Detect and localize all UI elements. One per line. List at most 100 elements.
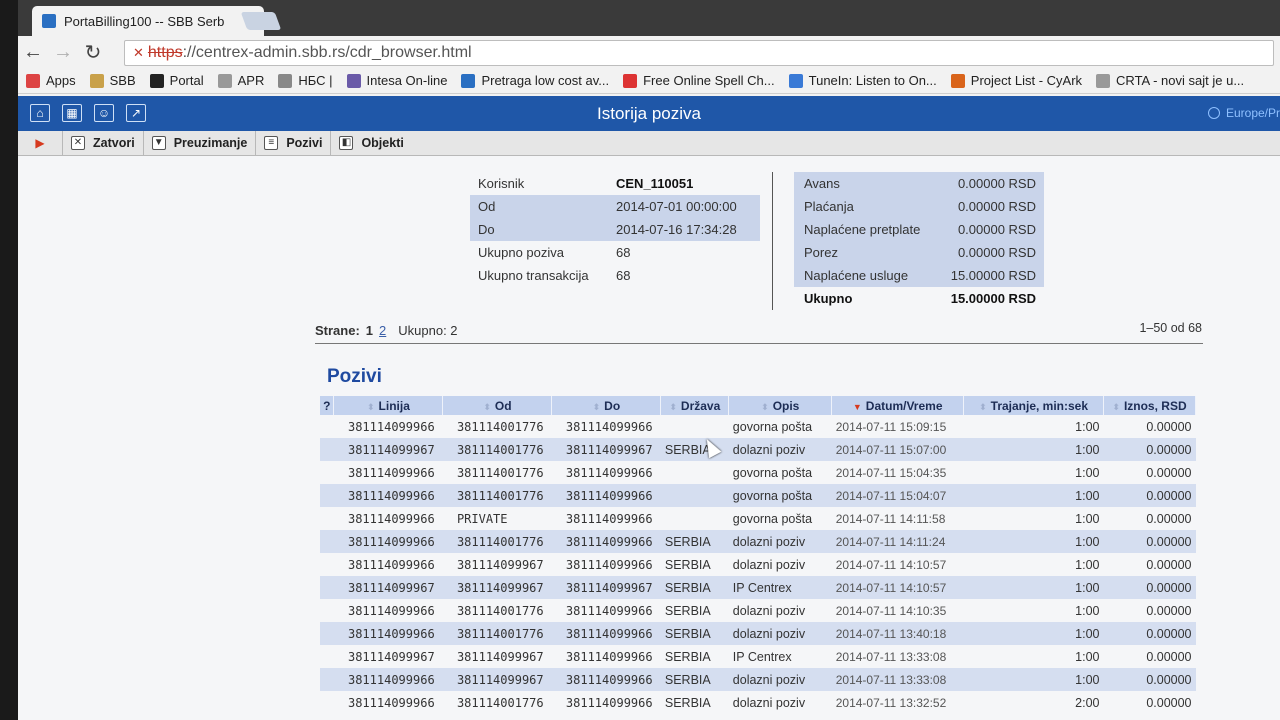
- column-header[interactable]: ⬍ Država: [660, 396, 730, 415]
- sort-icon[interactable]: ⬍: [367, 402, 375, 412]
- bookmark-item[interactable]: Portal: [149, 73, 204, 88]
- table-row[interactable]: 381114099966 381114001776 381114099966 SERB…: [320, 599, 1196, 622]
- bookmark-item[interactable]: НБС |: [278, 73, 333, 88]
- bookmark-item[interactable]: Pretraga low cost av...: [461, 73, 609, 88]
- finance-row: Plaćanja 0.00000 RSD: [794, 195, 1044, 218]
- column-header[interactable]: ⬍ Do: [551, 396, 662, 415]
- table-cell: 381114099966: [347, 695, 435, 710]
- column-header[interactable]: ⬍ Linija: [333, 396, 444, 415]
- row-spacer: [320, 576, 334, 599]
- main-content: Korisnik CEN_110051 Od 2014-07-01 00:00:00 D…: [18, 156, 1280, 720]
- finance-value: 0.00000 RSD: [957, 199, 1036, 214]
- info-row: Ukupno poziva 68: [470, 241, 760, 264]
- sort-icon[interactable]: ⬍: [669, 402, 677, 412]
- column-header[interactable]: ?: [320, 396, 335, 415]
- table-row[interactable]: 381114099966 381114001776 381114099966 SERB…: [320, 691, 1196, 714]
- table-cell: 381114099966: [347, 419, 435, 434]
- table-cell: SERBIA: [664, 557, 711, 572]
- table-cell: 1:00: [1075, 649, 1100, 664]
- action-pozivi-button[interactable]: ≡ Pozivi: [255, 130, 330, 156]
- bookmark-item[interactable]: Intesa On-line: [346, 73, 447, 88]
- table-cell: 2014-07-11 15:09:15: [835, 419, 947, 434]
- url-text: ://centrex-admin.sbb.rs/cdr_browser.html: [182, 44, 472, 61]
- finance-label: Naplaćene pretplate: [804, 222, 921, 237]
- table-cell: 2014-07-11 14:11:58: [835, 511, 946, 526]
- sort-icon[interactable]: ⬍: [761, 402, 769, 412]
- checkmark-icon: [623, 73, 638, 88]
- bookmark-item[interactable]: CRTA - novi sajt je u...: [1096, 73, 1244, 88]
- column-header[interactable]: ▼ Datum/Vreme: [831, 396, 965, 415]
- table-cell: dolazni poziv: [728, 438, 832, 461]
- bookmark-item[interactable]: Apps: [26, 73, 76, 88]
- column-header[interactable]: ⬍ Opis: [728, 396, 833, 415]
- bookmark-item[interactable]: APR: [217, 73, 264, 88]
- table-cell: 381114099966: [565, 603, 653, 618]
- table-row[interactable]: 381114099966 381114099967 381114099966 SERB…: [320, 553, 1196, 576]
- sort-icon[interactable]: ⬍: [593, 402, 601, 412]
- table-cell: 1:00: [963, 530, 1104, 553]
- tab-strip: PortaBilling100 -- SBB Serb ×: [18, 0, 1280, 36]
- table-cell: 381114099966: [551, 622, 661, 645]
- column-header[interactable]: ⬍ Iznos, RSD: [1103, 396, 1196, 415]
- sort-icon[interactable]: ⬍: [1112, 402, 1120, 412]
- sort-icon[interactable]: ⬍: [979, 402, 987, 412]
- table-cell: 0.00000: [1146, 603, 1192, 618]
- row-spacer: [320, 553, 334, 576]
- table-cell: 381114099966: [333, 530, 443, 553]
- calls-table: ? ⬍ Linija ⬍ Od ⬍ Do ⬍ Država ⬍ Opis ▼ Datum/Vreme ⬍ T…: [320, 396, 1196, 714]
- table-row[interactable]: 381114099967 381114099967 381114099967 SERB…: [320, 576, 1196, 599]
- page-icon: [1096, 73, 1111, 88]
- table-cell: 381114099966: [347, 557, 435, 572]
- bookmark-item[interactable]: Free Online Spell Ch...: [623, 73, 775, 88]
- table-row[interactable]: 381114099966 PRIVATE 381114099966 govorna p…: [320, 507, 1196, 530]
- table-row[interactable]: 381114099966 381114001776 381114099966 govo…: [320, 484, 1196, 507]
- bookmarks-bar: Apps SBB Portal APR НБС | Intesa On-line Pretr…: [18, 68, 1280, 94]
- table-cell: PRIVATE: [456, 511, 508, 526]
- table-cell: 0.00000: [1146, 419, 1192, 434]
- reload-button[interactable]: ↻: [78, 40, 108, 65]
- sort-icon[interactable]: ⬍: [483, 402, 491, 412]
- page-icon: [217, 73, 232, 88]
- info-value: 68: [616, 245, 631, 260]
- record-range: 1–50 od 68: [1139, 321, 1202, 335]
- table-row[interactable]: 381114099966 381114001776 381114099966 SERB…: [320, 622, 1196, 645]
- bookmark-label: Project List - CyArk: [970, 73, 1083, 88]
- table-row[interactable]: 381114099966 381114001776 381114099966 govo…: [320, 461, 1196, 484]
- column-header[interactable]: ⬍ Od: [442, 396, 553, 415]
- sort-desc-icon[interactable]: ▼: [853, 402, 862, 412]
- table-cell: 381114099966: [565, 557, 653, 572]
- table-cell: govorna pošta: [732, 465, 813, 480]
- table-cell: govorna pošta: [728, 484, 832, 507]
- table-row[interactable]: 381114099967 381114099967 381114099966 SERB…: [320, 645, 1196, 668]
- address-bar[interactable]: ✕ https ://centrex-admin.sbb.rs/cdr_brow…: [124, 40, 1274, 66]
- bookmark-label: CRTA - novi sajt je u...: [1116, 73, 1245, 88]
- column-label: Trajanje, min:sek: [990, 398, 1089, 413]
- bookmark-item[interactable]: SBB: [89, 73, 136, 88]
- page-title: Istorija poziva: [597, 104, 701, 123]
- finance-row: Naplaćene usluge 15.00000 RSD: [794, 264, 1044, 287]
- table-row[interactable]: 381114099967 381114001776 381114099967 SERB…: [320, 438, 1196, 461]
- table-row[interactable]: 381114099966 381114001776 381114099966 govo…: [320, 415, 1196, 438]
- table-cell: 1:00: [1075, 511, 1100, 526]
- table-cell: 381114001776: [456, 603, 544, 618]
- table-row[interactable]: 381114099966 381114001776 381114099966 SERB…: [320, 530, 1196, 553]
- table-cell: 381114099966: [565, 649, 653, 664]
- calls-list-icon: ≡: [264, 136, 279, 150]
- action-preuzimanje-button[interactable]: ▼ Preuzimanje: [142, 130, 256, 156]
- bookmark-item[interactable]: Project List - CyArk: [950, 73, 1083, 88]
- new-tab-button[interactable]: [240, 12, 282, 30]
- action-objekti-button[interactable]: ◧ Objekti: [330, 130, 411, 156]
- forward-button[interactable]: →: [48, 41, 78, 64]
- row-spacer: [320, 622, 334, 645]
- back-button[interactable]: ←: [18, 41, 48, 64]
- browser-tab[interactable]: PortaBilling100 -- SBB Serb ×: [32, 6, 264, 36]
- action-zatvori-button[interactable]: ✕ Zatvori: [62, 130, 143, 156]
- expand-arrow-icon[interactable]: ▶: [18, 136, 62, 150]
- column-header[interactable]: ⬍ Trajanje, min:sek: [963, 396, 1105, 415]
- bookmark-item[interactable]: TuneIn: Listen to On...: [788, 73, 937, 88]
- page-link-2[interactable]: 2: [379, 323, 386, 338]
- table-row[interactable]: 381114099966 381114099967 381114099966 SERB…: [320, 668, 1196, 691]
- table-cell: 0.00000: [1103, 622, 1196, 645]
- timezone-link[interactable]: Europe/Pr: [1207, 106, 1280, 120]
- panel-divider: [772, 172, 773, 310]
